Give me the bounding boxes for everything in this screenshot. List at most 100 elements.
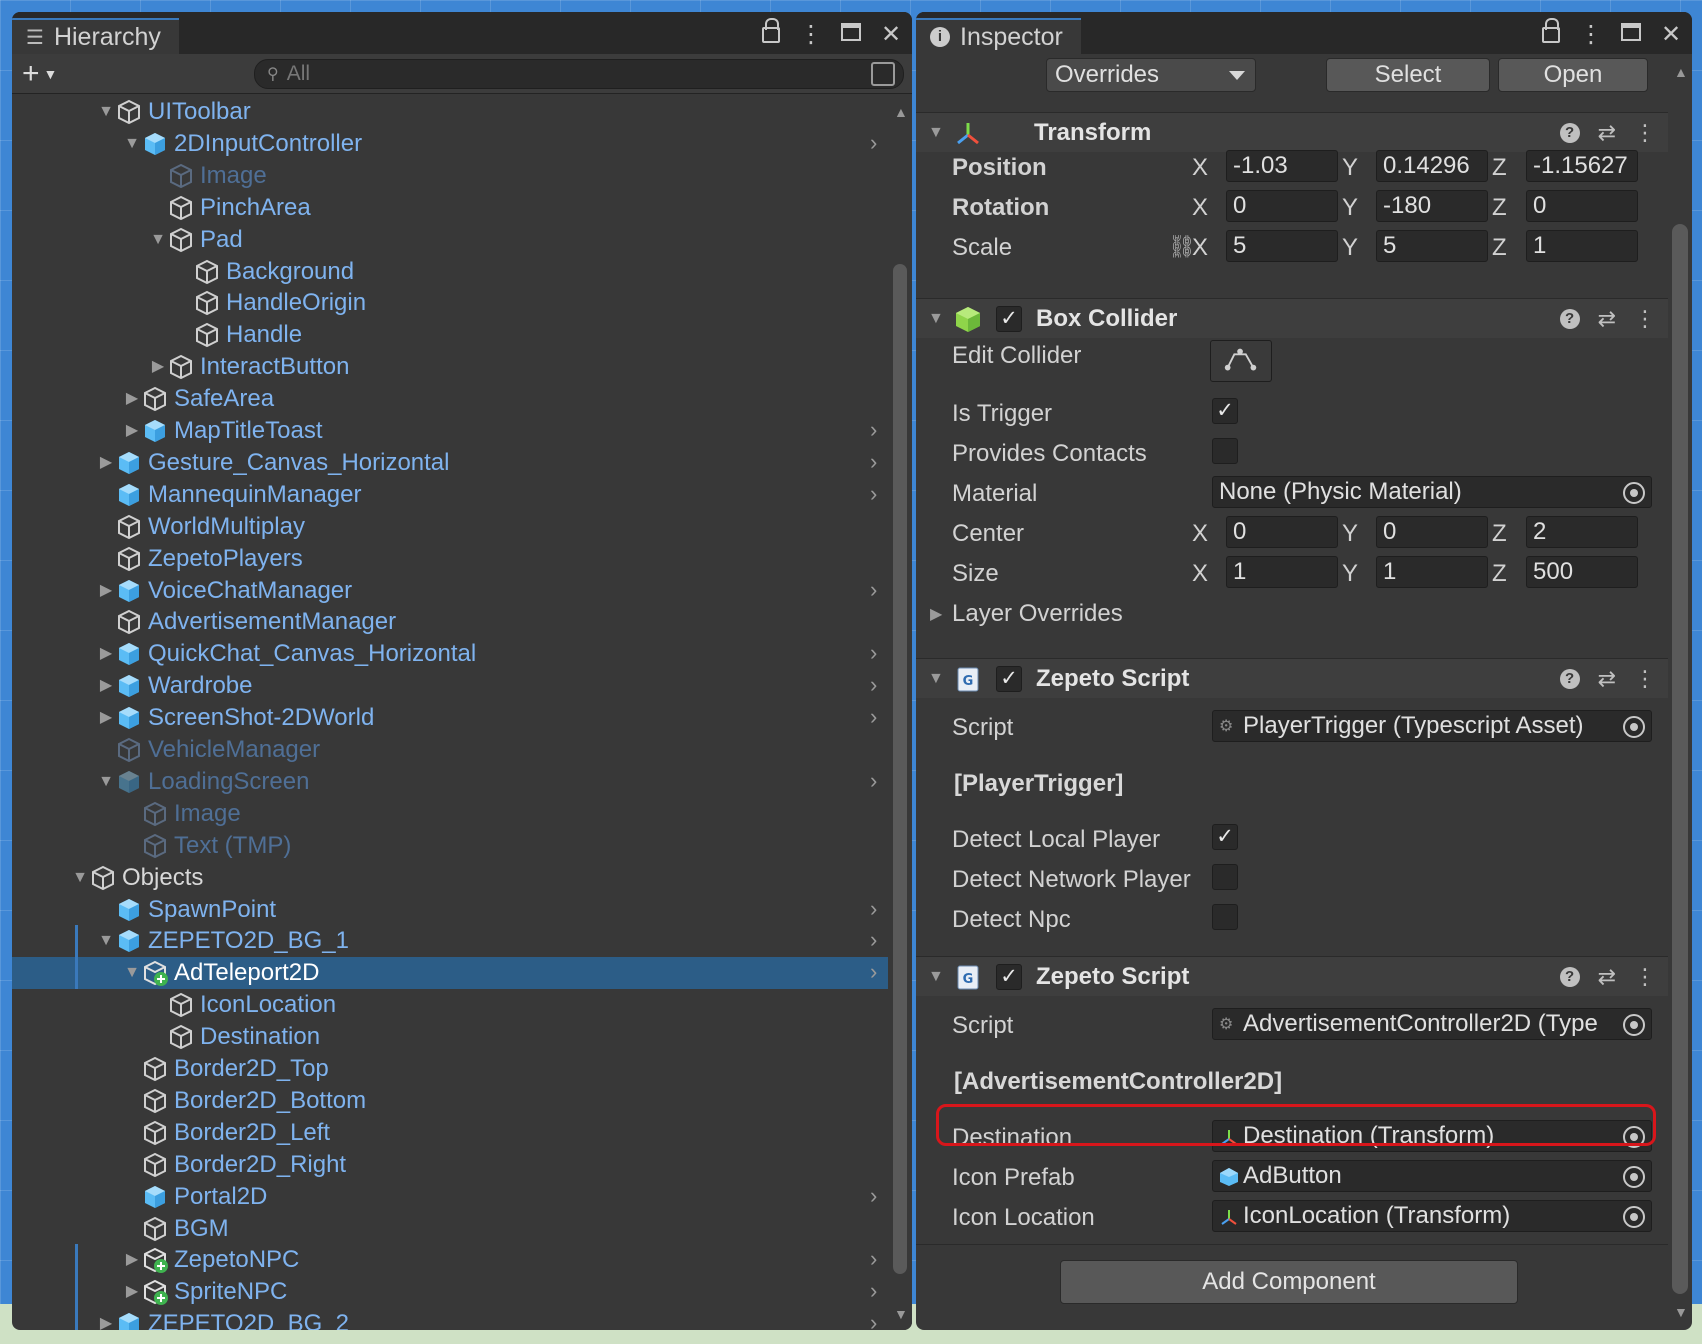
zepeto-script-1-enabled-checkbox[interactable]: ✓ <box>996 665 1022 692</box>
lock-icon[interactable] <box>758 17 784 50</box>
hierarchy-row[interactable]: Image <box>12 160 888 192</box>
hierarchy-row[interactable]: Border2D_Right <box>12 1149 888 1181</box>
box-collider-header[interactable]: ▼ ✓ Box Collider ? ⇄ ⋮ <box>916 298 1668 338</box>
hierarchy-row[interactable]: ▶ SpriteNPC › <box>12 1276 888 1309</box>
scale-z-field[interactable]: 1 <box>1526 230 1638 262</box>
hierarchy-row[interactable]: Image <box>12 798 888 830</box>
hierarchy-row[interactable]: ▼ AdTeleport2D › <box>12 957 888 990</box>
open-prefab-chevron-icon[interactable]: › <box>870 672 877 698</box>
object-picker-icon[interactable] <box>1623 482 1645 504</box>
center-x-field[interactable]: 0 <box>1226 516 1338 548</box>
presets-icon[interactable]: ⇄ <box>1598 964 1616 990</box>
open-prefab-chevron-icon[interactable]: › <box>870 481 877 507</box>
script-1-field[interactable]: ⚙ PlayerTrigger (Typescript Asset) <box>1212 710 1652 742</box>
hierarchy-row[interactable]: ▶ ZEPETO2D_BG_2 › <box>12 1308 888 1330</box>
close-icon[interactable]: ✕ <box>878 20 904 49</box>
lock-icon[interactable] <box>1538 17 1564 50</box>
component-menu-icon[interactable]: ⋮ <box>1634 964 1656 990</box>
open-prefab-chevron-icon[interactable]: › <box>870 130 877 156</box>
collapsed-arrow-icon[interactable]: ▶ <box>98 1316 114 1330</box>
collapsed-arrow-icon[interactable]: ▶ <box>124 1252 140 1268</box>
hierarchy-row[interactable]: Destination <box>12 1021 888 1053</box>
open-prefab-chevron-icon[interactable]: › <box>870 1246 877 1272</box>
overrides-dropdown[interactable]: Overrides <box>1046 58 1256 92</box>
object-picker-icon[interactable] <box>1623 1166 1645 1188</box>
hierarchy-row[interactable]: ▼ Objects <box>12 862 888 894</box>
hierarchy-row[interactable]: VehicleManager <box>12 734 888 766</box>
open-prefab-chevron-icon[interactable]: › <box>870 927 877 953</box>
hierarchy-tab[interactable]: ☰ Hierarchy <box>12 18 179 54</box>
hierarchy-row[interactable]: SpawnPoint › <box>12 894 888 926</box>
hierarchy-scroll-thumb[interactable] <box>893 264 907 1274</box>
object-picker-icon[interactable] <box>1623 1014 1645 1036</box>
select-button[interactable]: Select <box>1326 58 1490 92</box>
expanded-arrow-icon[interactable]: ▼ <box>98 933 114 949</box>
hierarchy-row[interactable]: ▼ LoadingScreen › <box>12 766 888 798</box>
component-menu-icon[interactable]: ⋮ <box>1634 306 1656 332</box>
hierarchy-row[interactable]: IconLocation <box>12 989 888 1021</box>
hierarchy-row[interactable]: ▼ ZEPETO2D_BG_1 › <box>12 925 888 958</box>
hierarchy-row[interactable]: ▼ Pad <box>12 224 888 256</box>
inspector-tab[interactable]: i Inspector <box>916 18 1081 54</box>
open-prefab-chevron-icon[interactable]: › <box>870 768 877 794</box>
help-icon[interactable]: ? <box>1559 308 1580 329</box>
scroll-down-icon[interactable]: ▼ <box>894 1306 908 1322</box>
open-prefab-chevron-icon[interactable]: › <box>870 449 877 475</box>
hierarchy-row[interactable]: MannequinManager › <box>12 479 888 511</box>
open-prefab-chevron-icon[interactable]: › <box>870 1310 877 1330</box>
zepeto-script-1-header[interactable]: ▼ G ✓ Zepeto Script ? ⇄ ⋮ <box>916 658 1668 698</box>
is-trigger-checkbox[interactable]: ✓ <box>1212 398 1238 424</box>
collapsed-arrow-icon[interactable]: ▶ <box>150 359 166 375</box>
close-icon[interactable]: ✕ <box>1658 20 1684 49</box>
zepeto-script-2-header[interactable]: ▼ G ✓ Zepeto Script ? ⇄ ⋮ <box>916 956 1668 996</box>
collapsed-arrow-icon[interactable]: ▶ <box>98 678 114 694</box>
center-z-field[interactable]: 2 <box>1526 516 1638 548</box>
center-y-field[interactable]: 0 <box>1376 516 1488 548</box>
detect-network-player-checkbox[interactable] <box>1212 864 1238 890</box>
rotation-x-field[interactable]: 0 <box>1226 190 1338 222</box>
open-prefab-chevron-icon[interactable]: › <box>870 959 877 985</box>
scale-x-field[interactable]: 5 <box>1226 230 1338 262</box>
layer-overrides-foldout-icon[interactable]: ▶ <box>930 604 942 624</box>
inspector-scroll-thumb[interactable] <box>1672 224 1688 1294</box>
more-menu-icon[interactable]: ⋮ <box>798 20 824 49</box>
provides-contacts-checkbox[interactable] <box>1212 438 1238 464</box>
open-prefab-chevron-icon[interactable]: › <box>870 1278 877 1304</box>
search-scope-icon[interactable] <box>871 62 895 86</box>
foldout-arrow-icon[interactable]: ▼ <box>928 968 944 986</box>
rotation-z-field[interactable]: 0 <box>1526 190 1638 222</box>
collapsed-arrow-icon[interactable]: ▶ <box>124 1284 140 1300</box>
scroll-down-icon[interactable]: ▼ <box>1674 1304 1688 1320</box>
hierarchy-row[interactable]: AdvertisementManager <box>12 606 888 638</box>
collapsed-arrow-icon[interactable]: ▶ <box>98 454 114 471</box>
hierarchy-row[interactable]: Portal2D › <box>12 1181 888 1213</box>
hierarchy-row[interactable]: ▶ QuickChat_Canvas_Horizontal › <box>12 638 888 670</box>
expanded-arrow-icon[interactable]: ▼ <box>98 104 114 120</box>
material-field[interactable]: None (Physic Material) <box>1212 476 1652 508</box>
icon-prefab-field[interactable]: AdButton <box>1212 1160 1652 1192</box>
expanded-arrow-icon[interactable]: ▼ <box>124 135 140 152</box>
hierarchy-row[interactable]: Handle <box>12 319 888 351</box>
position-z-field[interactable]: -1.15627 <box>1526 150 1638 182</box>
hierarchy-row[interactable]: PinchArea <box>12 192 888 224</box>
expanded-arrow-icon[interactable]: ▼ <box>98 773 114 790</box>
icon-location-field[interactable]: IconLocation (Transform) <box>1212 1200 1652 1232</box>
detect-npc-checkbox[interactable] <box>1212 904 1238 930</box>
hierarchy-row[interactable]: ▶ MapTitleToast › <box>12 415 888 447</box>
hierarchy-search-input[interactable]: ⚲ All <box>254 59 904 89</box>
hierarchy-row[interactable]: Text (TMP) <box>12 830 888 862</box>
scroll-up-icon[interactable]: ▲ <box>1674 64 1688 80</box>
hierarchy-row[interactable]: ▶ InteractButton <box>12 351 888 383</box>
collapsed-arrow-icon[interactable]: ▶ <box>98 646 114 662</box>
open-prefab-chevron-icon[interactable]: › <box>870 704 877 730</box>
open-prefab-chevron-icon[interactable]: › <box>870 640 877 666</box>
collapsed-arrow-icon[interactable]: ▶ <box>98 582 114 599</box>
foldout-arrow-icon[interactable]: ▼ <box>928 310 944 328</box>
scale-y-field[interactable]: 5 <box>1376 230 1488 262</box>
edit-collider-button[interactable] <box>1210 340 1272 382</box>
script-2-field[interactable]: ⚙ AdvertisementController2D (Type <box>1212 1008 1652 1040</box>
scroll-up-icon[interactable]: ▲ <box>894 104 908 120</box>
presets-icon[interactable]: ⇄ <box>1598 306 1616 332</box>
transform-header[interactable]: ▼ Transform ? ⇄ ⋮ <box>916 112 1668 152</box>
hierarchy-row[interactable]: HandleOrigin <box>12 287 888 319</box>
